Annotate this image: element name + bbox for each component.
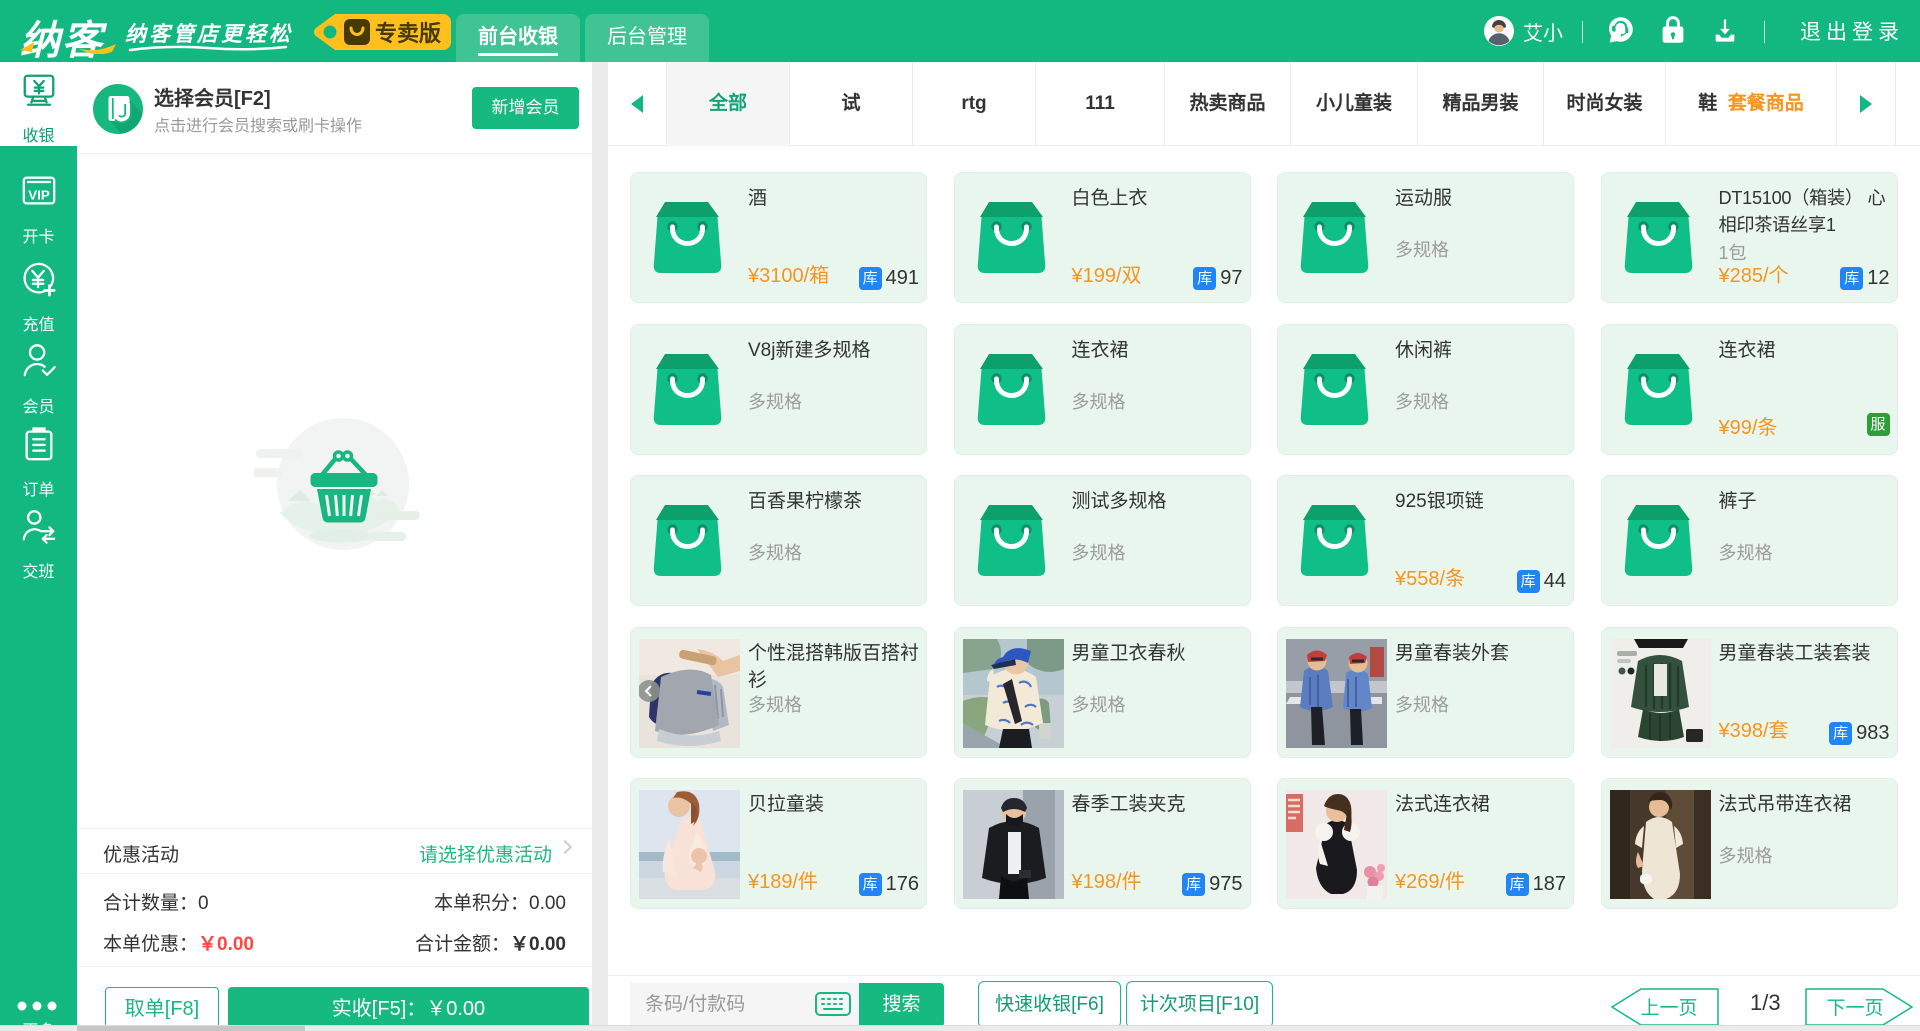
svg-text:VIP: VIP (28, 188, 50, 203)
svg-text:上一页: 上一页 (1640, 997, 1697, 1019)
svg-text:下一页: 下一页 (1826, 998, 1883, 1019)
